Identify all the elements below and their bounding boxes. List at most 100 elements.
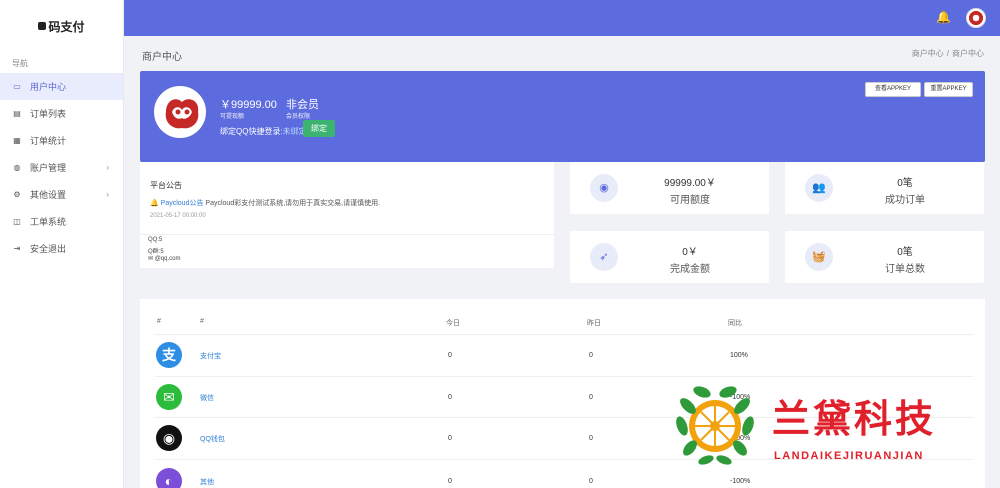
- user-circle-icon: ◉: [590, 174, 618, 202]
- table-cell-name[interactable]: 微信: [200, 393, 214, 403]
- table-header-name: #: [200, 318, 204, 325]
- table-cell-ratio: 100%: [730, 352, 748, 359]
- view-appkey-button[interactable]: 查看APPKEY: [865, 82, 921, 97]
- table-header-ratio: 同比: [728, 320, 742, 327]
- notice-content: Paycloud彩支付测试系统,请勿用于真实交易,请谨慎使用.: [205, 200, 381, 207]
- users-icon: ◍: [13, 163, 21, 172]
- stat-card-amount: ➶ 0￥ 完成金额: [570, 231, 769, 283]
- money-label: 可提现额: [220, 114, 245, 120]
- stat-card-available: ◉ 99999.00￥ 可用额度: [570, 162, 769, 214]
- sidebar-item-orders[interactable]: ▤ 订单列表: [0, 100, 123, 127]
- nav-heading: 导航: [12, 59, 28, 68]
- divider: [155, 334, 973, 335]
- stat-card-success-orders: 👥 0笔 成功订单: [785, 162, 984, 214]
- divider: [140, 234, 554, 235]
- sidebar-item-label: 安全退出: [30, 244, 67, 254]
- sidebar-item-logout[interactable]: ⇥ 安全退出: [0, 235, 123, 262]
- contact-email: ✉ @qq.com: [148, 255, 180, 262]
- alipay-icon: 支: [156, 342, 182, 368]
- mail-icon: ✉: [148, 256, 154, 262]
- sidebar-item-user-center[interactable]: ▭ 用户中心: [0, 73, 123, 100]
- contact-qq: QQ:5: [148, 237, 163, 243]
- notice-line: 🔔 Paycloud公告 Paycloud彩支付测试系统,请勿用于真实交易,请谨…: [150, 198, 380, 208]
- sidebar-item-label: 其他设置: [30, 190, 67, 200]
- stat-value: 0￥: [682, 247, 698, 258]
- bind-button[interactable]: 绑定: [303, 120, 335, 137]
- contact-group: Q群:5: [148, 249, 164, 255]
- table-cell-yesterday: 0: [589, 352, 593, 359]
- sidebar-item-settings[interactable]: ⚙ 其他设置 ›: [0, 181, 123, 208]
- stat-value: 99999.00￥: [664, 178, 716, 189]
- stats-icon: ▦: [13, 136, 21, 145]
- table-cell-name[interactable]: QQ钱包: [200, 434, 225, 444]
- stat-value: 0笔: [897, 178, 913, 189]
- breadcrumb-item: 商户中心: [952, 49, 984, 58]
- other-pay-icon: ◐: [156, 468, 182, 488]
- basket-icon: 🧺: [805, 243, 833, 271]
- sidebar-item-label: 账户管理: [30, 163, 67, 173]
- sidebar-item-order-stats[interactable]: ▦ 订单统计: [0, 127, 123, 154]
- stat-label: 可用额度: [670, 195, 710, 206]
- user-settings-icon: ⚙: [13, 190, 21, 199]
- notice-title: 平台公告: [150, 181, 182, 190]
- qq-bind-label: 绑定QQ快捷登录:: [220, 127, 283, 136]
- table-cell-today: 0: [448, 394, 452, 401]
- qq-icon: ◉: [156, 425, 182, 451]
- ticket-icon: ◫: [13, 217, 21, 226]
- table-cell-yesterday: 0: [589, 478, 593, 485]
- table-header-yesterday: 昨日: [587, 320, 601, 327]
- chevron-right-icon: ›: [106, 190, 109, 199]
- avatar-image: [156, 88, 204, 136]
- table-cell-name[interactable]: 其他: [200, 477, 214, 487]
- member-label: 会员权限: [286, 114, 311, 120]
- table-header-today: 今日: [446, 320, 460, 327]
- logout-icon: ⇥: [13, 244, 21, 253]
- user-avatar: [154, 86, 206, 138]
- table-header-index: #: [157, 318, 161, 325]
- topbar: 🔔: [124, 0, 1000, 36]
- stat-label: 成功订单: [885, 195, 925, 206]
- table-cell-today: 0: [448, 352, 452, 359]
- notice-time: 2021-05-17 00:00:00: [150, 213, 206, 219]
- table-cell-ratio: -100%: [730, 478, 751, 485]
- sidebar-item-label: 订单列表: [30, 109, 67, 119]
- list-icon: ▤: [13, 109, 21, 118]
- sidebar-item-label: 工单系统: [30, 217, 67, 227]
- sidebar-item-label: 订单统计: [30, 136, 67, 146]
- table-cell-yesterday: 0: [589, 394, 593, 401]
- monitor-icon: ▭: [13, 82, 21, 91]
- notice-card: 平台公告 🔔 Paycloud公告 Paycloud彩支付测试系统,请勿用于真实…: [140, 162, 554, 268]
- table-cell-today: 0: [448, 435, 452, 442]
- users-icon: 👥: [805, 174, 833, 202]
- stat-label: 完成金额: [670, 264, 710, 275]
- stat-label: 订单总数: [885, 264, 925, 275]
- logo-icon: [38, 22, 47, 30]
- watermark: 兰黛科技 LANDAIKEJIRUANJIAN: [672, 384, 992, 468]
- reset-appkey-button[interactable]: 重置APPKEY: [924, 82, 973, 97]
- chevron-right-icon: ›: [106, 163, 109, 172]
- sidebar: 码支付 导航 ▭ 用户中心 ▤ 订单列表 ▦ 订单统计 ◍ 账户管理 › ⚙ 其…: [0, 0, 124, 488]
- brand[interactable]: 码支付: [0, 0, 123, 52]
- table-cell-name[interactable]: 支付宝: [200, 351, 221, 361]
- page-title: 商户中心: [142, 52, 182, 63]
- bell-icon[interactable]: 🔔: [936, 10, 951, 24]
- watermark-logo-icon: [676, 386, 754, 465]
- notice-author[interactable]: Paycloud公告: [161, 200, 204, 207]
- breadcrumb-item[interactable]: 商户中心: [912, 49, 944, 58]
- sidebar-item-label: 用户中心: [30, 82, 67, 92]
- sidebar-item-accounts[interactable]: ◍ 账户管理 ›: [0, 154, 123, 181]
- user-card: ￥99999.00 可提现额 非会员 会员权限 绑定QQ快捷登录:未绑定 绑定 …: [140, 71, 985, 162]
- contact-email-text: @qq.com: [154, 256, 181, 262]
- avatar[interactable]: [966, 8, 986, 28]
- page-head: 商户中心 商户中心 / 商户中心: [124, 36, 1000, 70]
- qq-bind-text: 绑定QQ快捷登录:未绑定: [220, 126, 307, 137]
- stat-value: 0笔: [897, 247, 913, 258]
- stat-card-total-orders: 🧺 0笔 订单总数: [785, 231, 984, 283]
- sidebar-item-tickets[interactable]: ◫ 工单系统: [0, 208, 123, 235]
- watermark-title: 兰黛科技: [772, 399, 937, 441]
- divider: [155, 376, 973, 377]
- brand-name: 码支付: [48, 19, 85, 34]
- wechat-icon: ✉: [156, 384, 182, 410]
- rocket-icon: ➶: [590, 243, 618, 271]
- money-value: ￥99999.00: [220, 99, 277, 111]
